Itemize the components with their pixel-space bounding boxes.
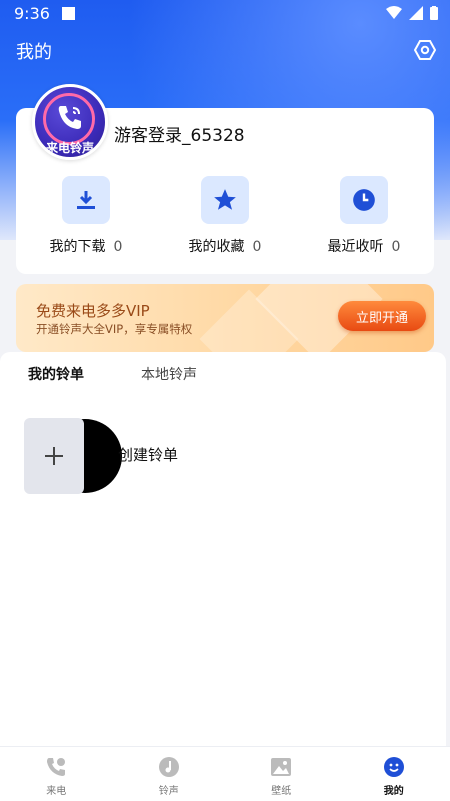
vip-activate-button[interactable]: 立即开通 (338, 301, 426, 331)
smiley-icon (383, 756, 405, 778)
nav-label: 铃声 (159, 782, 179, 797)
nav-item-wallpapers[interactable]: 壁纸 (225, 747, 338, 801)
clock-icon (351, 187, 377, 213)
wifi-icon (386, 6, 402, 20)
nav-item-ringtones[interactable]: 铃声 (113, 747, 226, 801)
plus-tile (24, 418, 84, 494)
avatar[interactable]: 来电铃声 (32, 84, 108, 160)
settings-icon[interactable] (414, 39, 436, 61)
tab-my-playlists[interactable]: 我的铃单 (28, 364, 84, 384)
create-playlist-button[interactable]: 创建铃单 (24, 418, 424, 494)
page-title: 我的 (16, 38, 52, 64)
phone-icon (45, 756, 67, 778)
tab-local-ringtones[interactable]: 本地铃声 (141, 364, 197, 384)
status-time: 9:36 (14, 4, 50, 23)
nav-item-calls[interactable]: 来电 (0, 747, 113, 801)
avatar-app-name: 来电铃声 (35, 139, 105, 156)
stat-label: 我的收藏 (189, 239, 245, 255)
username[interactable]: 游客登录_65328 (114, 121, 245, 146)
nav-label: 来电 (46, 782, 66, 797)
stat-count: 0 (392, 239, 401, 255)
download-icon (74, 188, 98, 212)
nav-label: 壁纸 (271, 782, 291, 797)
favorite-tile (201, 176, 249, 224)
stat-label: 最近收听 (328, 239, 384, 255)
bottom-nav: 来电 铃声 壁纸 (0, 746, 450, 801)
download-tile (62, 176, 110, 224)
vip-title: 免费来电多多VIP (36, 300, 150, 321)
plus-icon (43, 445, 65, 467)
signal-icon (409, 6, 423, 20)
create-playlist-label: 创建铃单 (118, 444, 178, 465)
vip-banner[interactable]: 免费来电多多VIP 开通铃声大全VIP，享专属特权 立即开通 (16, 284, 434, 352)
phone-icon (55, 102, 85, 132)
stat-favorites[interactable]: 我的收藏 0 (155, 176, 295, 256)
battery-icon (430, 6, 438, 20)
stat-downloads[interactable]: 我的下载 0 (16, 176, 156, 256)
star-icon (212, 187, 238, 213)
notification-icon (62, 7, 75, 20)
recent-tile (340, 176, 388, 224)
playlist-panel: 我的铃单 本地铃声 (0, 352, 446, 747)
vip-subtitle: 开通铃声大全VIP，享专属特权 (36, 321, 192, 337)
nav-label: 我的 (384, 782, 404, 797)
image-icon (270, 756, 292, 778)
stat-recent[interactable]: 最近收听 0 (294, 176, 434, 256)
stat-label: 我的下载 (50, 239, 106, 255)
music-note-icon (158, 756, 180, 778)
stat-count: 0 (253, 239, 262, 255)
stat-count: 0 (114, 239, 123, 255)
nav-item-mine[interactable]: 我的 (338, 747, 450, 801)
status-bar: 9:36 (0, 0, 450, 26)
